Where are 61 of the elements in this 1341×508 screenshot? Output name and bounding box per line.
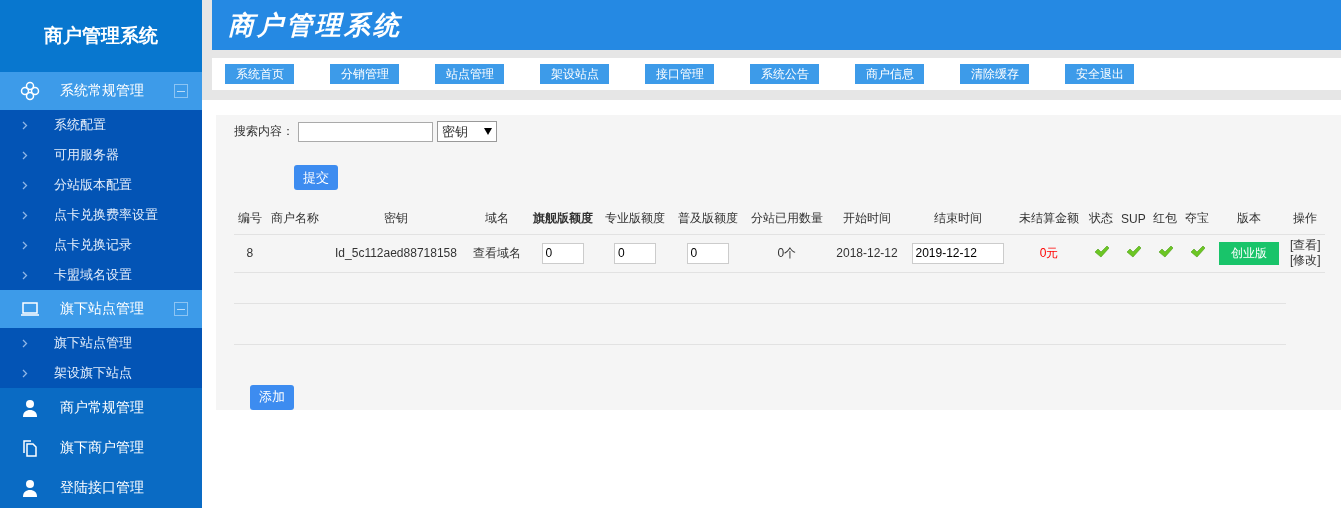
column-header: 专业版额度 (598, 204, 672, 234)
version-badge: 创业版 (1219, 241, 1280, 265)
flower-icon (20, 81, 40, 101)
user-icon (20, 398, 40, 418)
table-cell: Id_5c112aed88718158 (335, 246, 457, 260)
search-field[interactable] (298, 121, 433, 142)
collapse-icon[interactable] (174, 84, 188, 98)
submit-button[interactable]: 提交 (294, 165, 338, 190)
column-header: 版本 (1213, 204, 1286, 234)
column-header: 普及版额度 (671, 204, 744, 234)
chevron-icon (22, 270, 28, 280)
table-cell: 8 (246, 246, 254, 260)
action-link[interactable]: [查看] (1287, 238, 1323, 253)
column-header: 旗舰版额度 (526, 204, 599, 234)
sidebar-item[interactable]: 点卡兑换费率设置 (0, 200, 202, 230)
sidebar-item[interactable]: 卡盟域名设置 (0, 260, 202, 290)
end-date-field[interactable]: 2019-12-12 (912, 242, 1005, 264)
column-header: 状态 (1085, 204, 1118, 234)
column-header: 红包 (1149, 204, 1182, 234)
quota-field[interactable]: 0 (686, 242, 729, 264)
chevron-icon (22, 210, 28, 220)
chevron-icon (22, 240, 28, 250)
column-header: 域名 (467, 204, 527, 234)
chevron-icon (22, 150, 28, 160)
column-header: 结束时间 (904, 204, 1013, 234)
search-select[interactable]: 密钥 (437, 121, 497, 142)
table-cell: 0个 (777, 245, 797, 260)
sidebar-item[interactable]: 可用服务器 (0, 140, 202, 170)
sidebar-item[interactable]: 旗下站点管理 (0, 328, 202, 358)
collapse-icon[interactable] (174, 302, 188, 316)
column-header: 密钥 (324, 204, 468, 234)
column-header: 编号 (234, 204, 266, 234)
column-header: 操作 (1285, 204, 1325, 234)
action-link[interactable]: [修改] (1287, 253, 1323, 268)
header-title: 商户管理系统 (228, 8, 402, 42)
amount-text: 0元 (1039, 245, 1059, 260)
chevron-icon (22, 120, 28, 130)
column-header: 商户名称 (265, 204, 325, 234)
sidebar-item[interactable]: 点卡兑换记录 (0, 230, 202, 260)
caret-icon (484, 128, 492, 135)
domain-link[interactable]: 查看域名 (472, 245, 521, 260)
search-label: 搜索内容： (234, 123, 294, 140)
column-header: 开始时间 (829, 204, 905, 234)
add-button[interactable]: 添加 (250, 384, 294, 410)
monitor-icon (20, 299, 40, 319)
column-header: SUP (1117, 204, 1150, 234)
table-cell: 2018-12-12 (836, 246, 898, 260)
chevron-icon (22, 180, 28, 190)
chevron-icon (22, 368, 28, 378)
sidebar-item[interactable]: 分站版本配置 (0, 170, 202, 200)
chevron-icon (22, 338, 28, 348)
quota-field[interactable]: 0 (614, 242, 657, 264)
sidebar-logo: 商户管理系统 (0, 0, 202, 72)
quota-field[interactable]: 0 (541, 242, 584, 264)
column-header: 夺宝 (1181, 204, 1214, 234)
user-icon (20, 478, 40, 498)
copy-icon (20, 438, 40, 458)
column-header: 分站已用数量 (743, 204, 830, 234)
sidebar-item[interactable]: 系统配置 (0, 110, 202, 140)
sidebar-item[interactable]: 架设旗下站点 (0, 358, 202, 388)
column-header: 未结算金额 (1012, 204, 1086, 234)
